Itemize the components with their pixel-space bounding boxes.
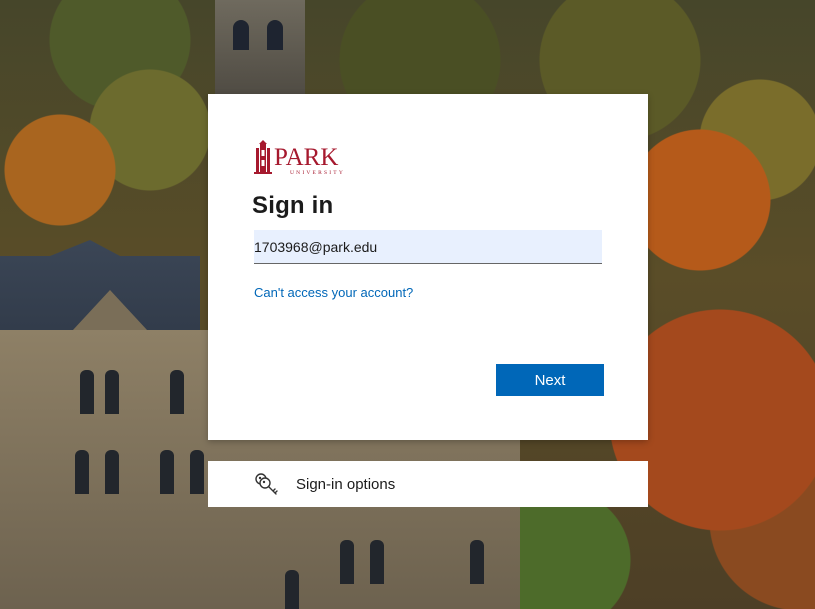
email-field[interactable]: 1703968@park.edu — [254, 230, 602, 264]
facade-window — [75, 450, 89, 494]
building-tower — [215, 0, 305, 100]
facade-window — [170, 370, 184, 414]
signin-options-button[interactable]: Sign-in options — [208, 461, 648, 507]
facade-window — [285, 570, 299, 609]
next-button[interactable]: Next — [496, 364, 604, 396]
facade-window — [105, 450, 119, 494]
signin-options-label: Sign-in options — [296, 476, 396, 493]
cant-access-account-link[interactable]: Can't access your account? — [254, 285, 413, 300]
park-university-logo: PARK UNIVERSITY — [254, 140, 345, 176]
facade-window — [190, 450, 204, 494]
facade-window — [470, 540, 484, 584]
facade-window — [105, 370, 119, 414]
logo-wordmark: PARK — [274, 144, 338, 171]
key-icon — [255, 473, 278, 495]
facade-window — [80, 370, 94, 414]
facade-window — [340, 540, 354, 584]
email-value: 1703968@park.edu — [254, 239, 378, 255]
signin-card: PARK UNIVERSITY Sign in 1703968@park.edu… — [208, 94, 648, 440]
tower-window — [233, 20, 249, 50]
facade-window — [370, 540, 384, 584]
logo-subtitle: UNIVERSITY — [290, 170, 345, 176]
tower-window — [267, 20, 283, 50]
facade-window — [160, 450, 174, 494]
page-title: Sign in — [252, 192, 334, 219]
